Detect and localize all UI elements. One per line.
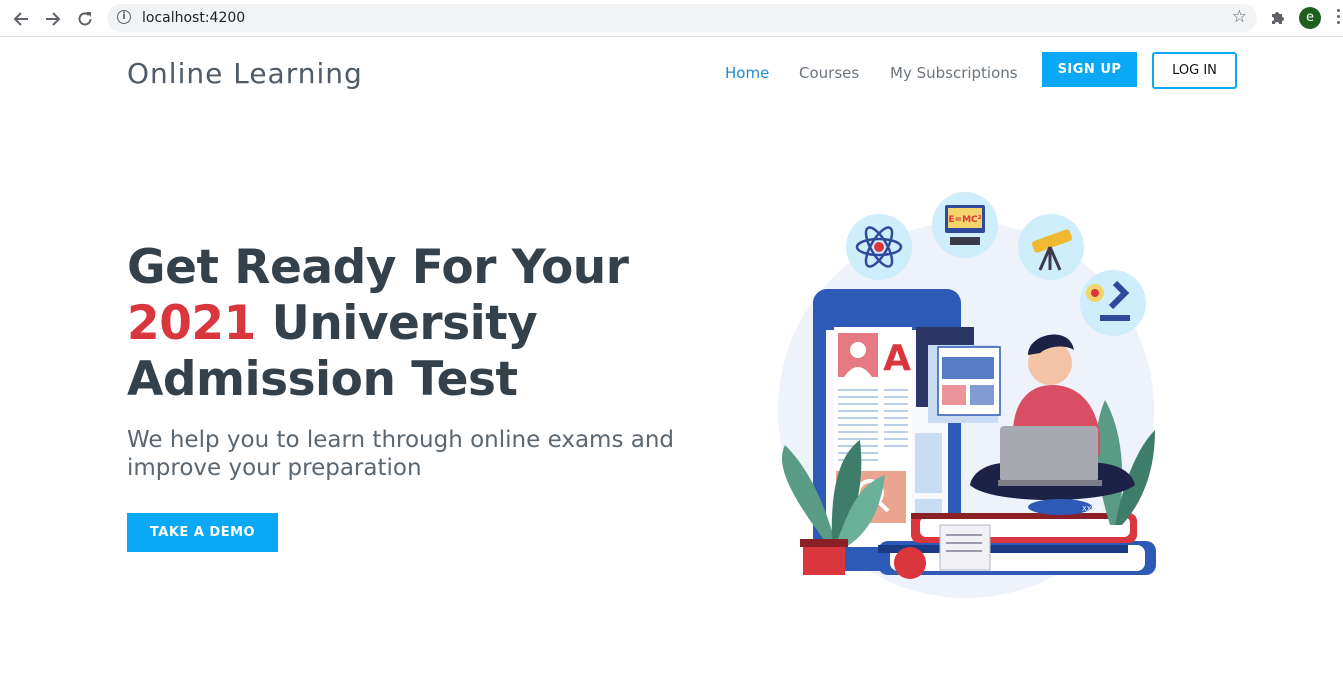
- poster-letter: A: [883, 338, 911, 379]
- hero-title-year: 2021: [127, 296, 256, 351]
- hero-title-line1: Get Ready For Your: [127, 240, 629, 295]
- login-button[interactable]: LOG IN: [1152, 52, 1237, 89]
- nav-courses[interactable]: Courses: [799, 64, 859, 82]
- atom-icon: [846, 214, 912, 280]
- signup-button[interactable]: SIGN UP: [1042, 52, 1137, 87]
- info-icon[interactable]: i: [117, 10, 131, 24]
- site-brand[interactable]: Online Learning: [127, 57, 363, 90]
- book-text: XXXX: [1082, 505, 1101, 513]
- url-text[interactable]: localhost:4200: [142, 10, 245, 26]
- computer-formula-icon: E=MC²: [932, 192, 998, 258]
- extensions-icon[interactable]: [1268, 8, 1288, 28]
- hero-title: Get Ready For Your 2021 University Admis…: [127, 240, 687, 408]
- take-demo-button[interactable]: TAKE A DEMO: [127, 513, 278, 552]
- reload-icon[interactable]: [72, 6, 98, 32]
- star-icon[interactable]: ☆: [1232, 7, 1247, 27]
- nav-home[interactable]: Home: [725, 64, 769, 82]
- menu-icon[interactable]: [1333, 9, 1343, 29]
- nav-my-subscriptions[interactable]: My Subscriptions: [890, 64, 1018, 82]
- hero-illustration: E=MC² A XXXX: [778, 192, 1156, 598]
- hero-title-line2: University: [255, 296, 538, 351]
- formula-text: E=MC²: [948, 215, 981, 225]
- profile-avatar[interactable]: e: [1299, 7, 1321, 29]
- telescope-icon: [1018, 214, 1084, 280]
- browser-toolbar: i localhost:4200 ☆ e: [0, 0, 1343, 37]
- back-arrow-icon[interactable]: [8, 6, 34, 32]
- address-bar[interactable]: i localhost:4200 ☆: [107, 4, 1257, 32]
- microscope-icon: [1080, 270, 1146, 336]
- hero-subtitle: We help you to learn through online exam…: [127, 427, 675, 481]
- forward-arrow-icon[interactable]: [40, 6, 66, 32]
- hero-title-line3: Admission Test: [127, 352, 518, 407]
